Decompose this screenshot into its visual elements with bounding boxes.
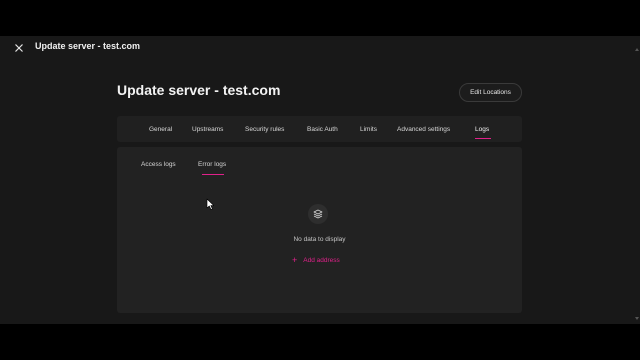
window-title: Update server - test.com: [35, 41, 141, 51]
app-window: Update server - test.com Update server -…: [0, 36, 640, 324]
empty-state-icon-container: [308, 204, 328, 224]
subtab-error-logs[interactable]: Error logs: [198, 161, 226, 168]
tab-general[interactable]: General: [149, 116, 172, 142]
mouse-cursor-icon: [206, 198, 215, 210]
top-bar: Update server - test.com: [0, 36, 640, 59]
tab-bar: General Upstreams Security rules Basic A…: [117, 116, 522, 142]
close-icon[interactable]: [12, 41, 26, 55]
active-tab-indicator: [475, 138, 491, 139]
vertical-scrollbar[interactable]: [635, 48, 640, 320]
add-address-button[interactable]: + Add address: [292, 255, 340, 265]
empty-state-message: No data to display: [293, 236, 346, 243]
subtab-access-logs[interactable]: Access logs: [141, 161, 176, 168]
tab-advanced-settings[interactable]: Advanced settings: [397, 116, 450, 142]
tab-basic-auth[interactable]: Basic Auth: [307, 116, 338, 142]
tab-limits[interactable]: Limits: [360, 116, 377, 142]
plus-icon: +: [292, 254, 298, 265]
tab-upstreams[interactable]: Upstreams: [192, 116, 223, 142]
scroll-up-arrow-icon[interactable]: [635, 48, 639, 51]
scroll-down-arrow-icon[interactable]: [635, 317, 639, 320]
add-address-label: Add address: [303, 256, 340, 264]
page-title: Update server - test.com: [117, 82, 281, 98]
layers-icon: [313, 209, 323, 219]
tab-security-rules[interactable]: Security rules: [245, 116, 284, 142]
active-subtab-indicator: [202, 174, 224, 175]
logs-panel: Access logs Error logs No data to displa…: [117, 147, 522, 313]
edit-locations-button[interactable]: Edit Locations: [459, 83, 522, 102]
